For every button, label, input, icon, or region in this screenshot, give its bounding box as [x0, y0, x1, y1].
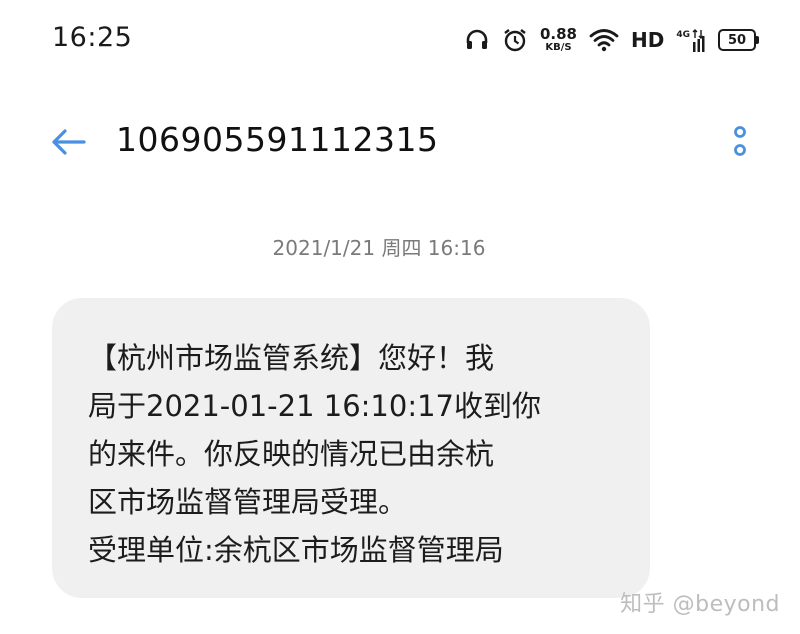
alarm-icon — [502, 27, 528, 53]
message-line: 区市场监督管理局受理。 — [88, 485, 408, 519]
sender-number: 106905591112315 — [116, 120, 439, 159]
wifi-icon — [589, 28, 619, 52]
network-speed-value: 0.88 — [539, 25, 577, 43]
message-line: 【杭州市场监管系统】您好！我 — [88, 341, 495, 375]
more-options-button[interactable] — [720, 118, 760, 166]
arrow-left-icon — [52, 129, 86, 155]
network-speed: 0.88 KB/S — [540, 27, 577, 53]
conversation-header: 106905591112315 — [0, 100, 800, 184]
message-line: 局于2021-01-21 16:10:17收到你 — [88, 389, 541, 423]
message-line: 受理单位:余杭区市场监督管理局 — [88, 533, 504, 567]
message-bubble[interactable]: 【杭州市场监管系统】您好！我 局于2021-01-21 16:10:17收到你 … — [52, 298, 650, 598]
watermark: 知乎 @beyond — [620, 592, 780, 617]
battery-level: 50 — [727, 32, 747, 48]
hd-label: HD — [631, 28, 665, 52]
more-vertical-icon — [734, 126, 746, 156]
message-line: 的来件。你反映的情况已由余杭 — [88, 437, 495, 471]
signal-icon: 4G — [676, 28, 706, 52]
headphones-icon — [464, 27, 490, 53]
battery-icon: 50 — [718, 29, 759, 51]
network-speed-unit: KB/S — [545, 42, 572, 53]
message-timestamp: 2021/1/21 周四 16:16 — [272, 236, 486, 260]
status-time: 16:25 — [52, 22, 133, 53]
sms-conversation-screen: 16:25 0.88 KB/S HD 4G 50 106905591112315… — [0, 0, 800, 634]
status-icons: 0.88 KB/S HD 4G 50 — [464, 24, 759, 56]
status-bar: 16:25 0.88 KB/S HD 4G 50 — [0, 0, 800, 80]
back-button[interactable] — [40, 118, 96, 166]
network-type-label: 4G — [676, 30, 690, 40]
